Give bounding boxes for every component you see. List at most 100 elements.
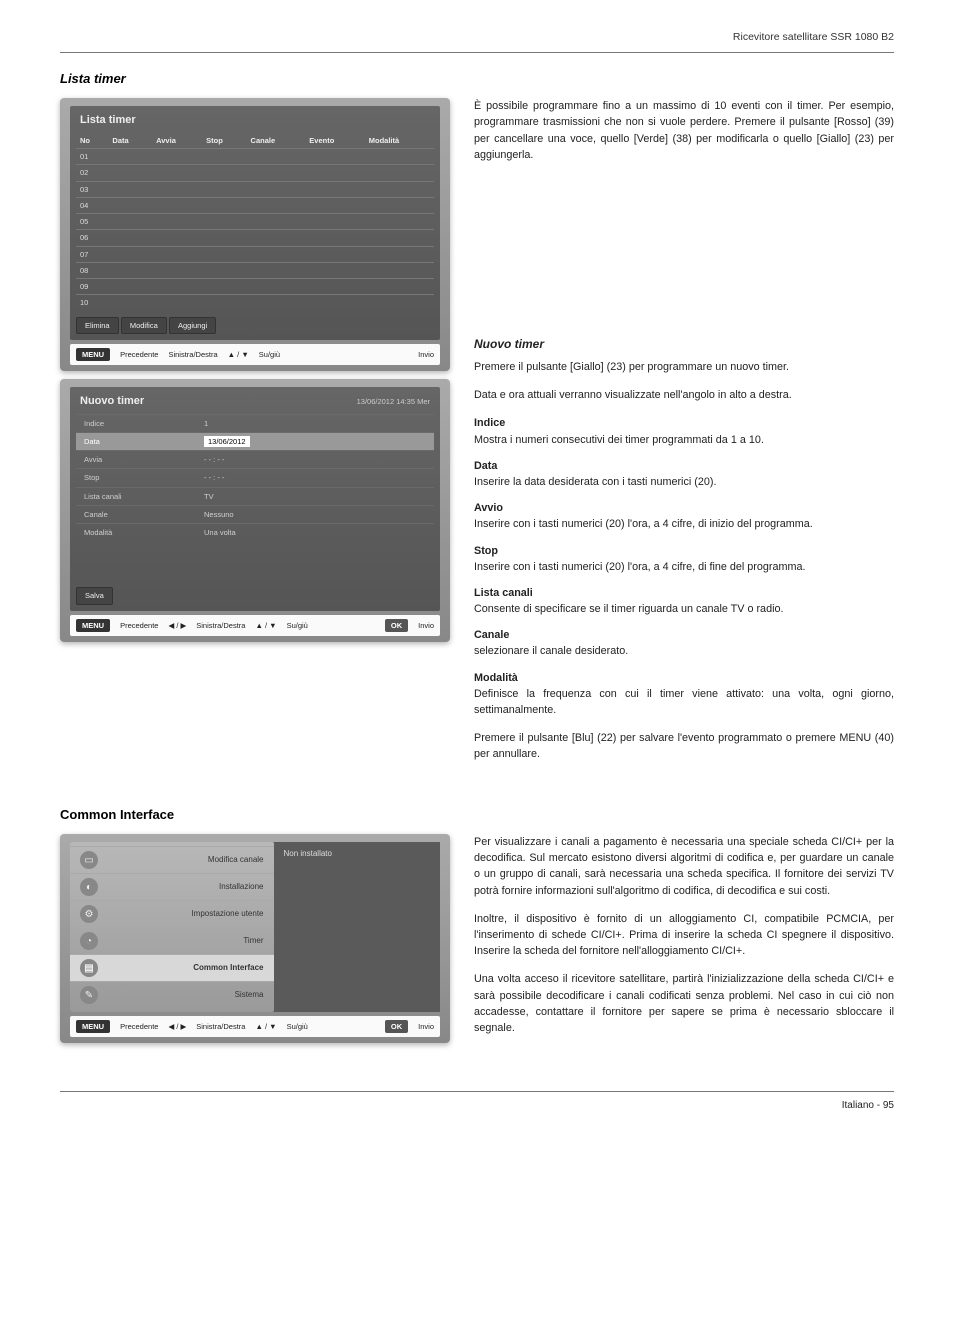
menu-item-installazione[interactable]: ◐ Installazione bbox=[70, 873, 274, 900]
field-body-modalita: Definisce la frequenza con cui il timer … bbox=[474, 686, 894, 718]
col-evento: Evento bbox=[305, 133, 364, 149]
row-no: 03 bbox=[76, 181, 108, 197]
menu-chip[interactable]: MENU bbox=[76, 348, 110, 361]
ci-paragraph-3: Una volta acceso il ricevitore satellita… bbox=[474, 971, 894, 1036]
table-row[interactable]: 06 bbox=[76, 230, 434, 246]
arrow-icon: ▲ / ▼ bbox=[255, 1021, 276, 1032]
field-label: Indice bbox=[84, 418, 204, 429]
field-value: 1 bbox=[204, 418, 208, 429]
row-no: 02 bbox=[76, 165, 108, 181]
nav-footer: MENU Precedente ◀ / ▶ Sinistra/Destra ▲ … bbox=[70, 1016, 440, 1037]
footer-page: 95 bbox=[883, 1100, 894, 1111]
field-value: - - : - - bbox=[204, 472, 224, 483]
field-avvia[interactable]: Avvia- - : - - bbox=[76, 450, 434, 468]
field-body-lista-canali: Consente di specificare se il timer rigu… bbox=[474, 601, 894, 617]
nav-lr: Sinistra/Destra bbox=[196, 620, 245, 631]
col-data: Data bbox=[108, 133, 152, 149]
nav-prev: Precedente bbox=[120, 620, 158, 631]
section-title-common-interface: Common Interface bbox=[60, 805, 894, 825]
table-row[interactable]: 02 bbox=[76, 165, 434, 181]
field-modalita[interactable]: ModalitàUna volta bbox=[76, 523, 434, 541]
subhead-nuovo-timer: Nuovo timer bbox=[474, 335, 894, 353]
field-body-avvio: Inserire con i tasti numerici (20) l'ora… bbox=[474, 516, 894, 532]
ok-chip[interactable]: OK bbox=[385, 1020, 408, 1033]
field-lista-canali[interactable]: Lista canaliTV bbox=[76, 487, 434, 505]
sat-icon: ◐ bbox=[80, 878, 98, 896]
col-avvia: Avvia bbox=[152, 133, 202, 149]
lr-icon: ◀ / ▶ bbox=[168, 1021, 186, 1032]
table-row[interactable]: 07 bbox=[76, 246, 434, 262]
menu-item-sistema[interactable]: ✎ Sistema bbox=[70, 981, 274, 1008]
nuovo-intro1: Premere il pulsante [Giallo] (23) per pr… bbox=[474, 359, 894, 375]
field-label: Lista canali bbox=[84, 491, 204, 502]
field-label: Stop bbox=[84, 472, 204, 483]
menu-label: Sistema bbox=[106, 989, 264, 1001]
nav-prev: Precedente bbox=[120, 1021, 158, 1032]
clock-icon: ◔ bbox=[80, 932, 98, 950]
row-no: 08 bbox=[76, 262, 108, 278]
table-row[interactable]: 05 bbox=[76, 214, 434, 230]
nuovo-outro: Premere il pulsante [Blu] (22) per salva… bbox=[474, 730, 894, 762]
screenshot-nuovo-timer: Nuovo timer 13/06/2012 14:35 Mer Indice1… bbox=[60, 379, 450, 642]
nav-enter: Invio bbox=[418, 620, 434, 631]
timer-table: No Data Avvia Stop Canale Evento Modalit… bbox=[76, 133, 434, 311]
field-data[interactable]: Data13/06/2012 bbox=[76, 432, 434, 450]
nav-enter: Invio bbox=[418, 1021, 434, 1032]
menu-chip[interactable]: MENU bbox=[76, 1020, 110, 1033]
menu-item-impostazione-utente[interactable]: ⚙Impostazione utente bbox=[70, 900, 274, 927]
menu-item-timer[interactable]: ◔Timer bbox=[70, 927, 274, 954]
menu-label: Modifica canale bbox=[106, 854, 264, 866]
field-head-indice: Indice bbox=[474, 415, 894, 431]
field-head-modalita: Modalità bbox=[474, 670, 894, 686]
table-row[interactable]: 04 bbox=[76, 197, 434, 213]
nav-enter: Invio bbox=[418, 349, 434, 360]
section-title-lista-timer: Lista timer bbox=[60, 69, 894, 89]
field-value: - - : - - bbox=[204, 454, 224, 465]
field-label: Modalità bbox=[84, 527, 204, 538]
col-stop: Stop bbox=[202, 133, 246, 149]
table-row[interactable]: 01 bbox=[76, 149, 434, 165]
field-body-canale: selezionare il canale desiderato. bbox=[474, 643, 894, 659]
wrench-icon: ✎ bbox=[80, 986, 98, 1004]
field-value: Nessuno bbox=[204, 509, 234, 520]
field-stop[interactable]: Stop- - : - - bbox=[76, 468, 434, 486]
screenshot-common-interface: ▭ Modifica canale ◐ Installazione ⚙Imposta… bbox=[60, 834, 450, 1043]
field-indice[interactable]: Indice1 bbox=[76, 414, 434, 432]
col-modalita: Modalità bbox=[365, 133, 434, 149]
tv-icon: ▭ bbox=[80, 851, 98, 869]
table-row[interactable]: 08 bbox=[76, 262, 434, 278]
ci-paragraph-1: Per visualizzare i canali a pagamento è … bbox=[474, 834, 894, 899]
field-value: TV bbox=[204, 491, 214, 502]
intro-text: È possibile programmare fino a un massim… bbox=[474, 98, 894, 163]
nav-lr: Sinistra/Destra bbox=[168, 349, 217, 360]
menu-label: Impostazione utente bbox=[106, 908, 264, 920]
field-body-indice: Mostra i numeri consecutivi dei timer pr… bbox=[474, 432, 894, 448]
menu-chip[interactable]: MENU bbox=[76, 619, 110, 632]
table-row[interactable]: 03 bbox=[76, 181, 434, 197]
field-label: Data bbox=[84, 436, 204, 447]
delete-button[interactable]: Elimina bbox=[76, 317, 119, 334]
add-button[interactable]: Aggiungi bbox=[169, 317, 216, 334]
nav-prev: Precedente bbox=[120, 349, 158, 360]
row-no: 01 bbox=[76, 149, 108, 165]
save-button[interactable]: Salva bbox=[76, 587, 113, 604]
col-no: No bbox=[76, 133, 108, 149]
row-no: 04 bbox=[76, 197, 108, 213]
table-row[interactable]: 10 bbox=[76, 295, 434, 311]
ok-chip[interactable]: OK bbox=[385, 619, 408, 632]
field-body-data: Inserire la data desiderata con i tasti … bbox=[474, 474, 894, 490]
menu-item-common-interface[interactable]: ▤Common Interface bbox=[70, 954, 274, 981]
menu-item-modifica-canale[interactable]: ▭ Modifica canale bbox=[70, 846, 274, 873]
menu-label: Installazione bbox=[106, 881, 264, 893]
table-row[interactable]: 09 bbox=[76, 279, 434, 295]
lr-icon: ◀ / ▶ bbox=[168, 620, 186, 631]
screenshot-lista-timer: Lista timer No Data Avvia Stop Canale Ev… bbox=[60, 98, 450, 371]
nav-footer: MENU Precedente ◀ / ▶ Sinistra/Destra ▲ … bbox=[70, 615, 440, 636]
nav-ud: Su/giù bbox=[287, 620, 308, 631]
edit-button[interactable]: Modifica bbox=[121, 317, 167, 334]
timestamp: 13/06/2012 14:35 Mer bbox=[357, 396, 434, 409]
field-head-canale: Canale bbox=[474, 627, 894, 643]
field-head-lista-canali: Lista canali bbox=[474, 585, 894, 601]
page-footer: Italiano - 95 bbox=[60, 1091, 894, 1113]
field-canale[interactable]: CanaleNessuno bbox=[76, 505, 434, 523]
